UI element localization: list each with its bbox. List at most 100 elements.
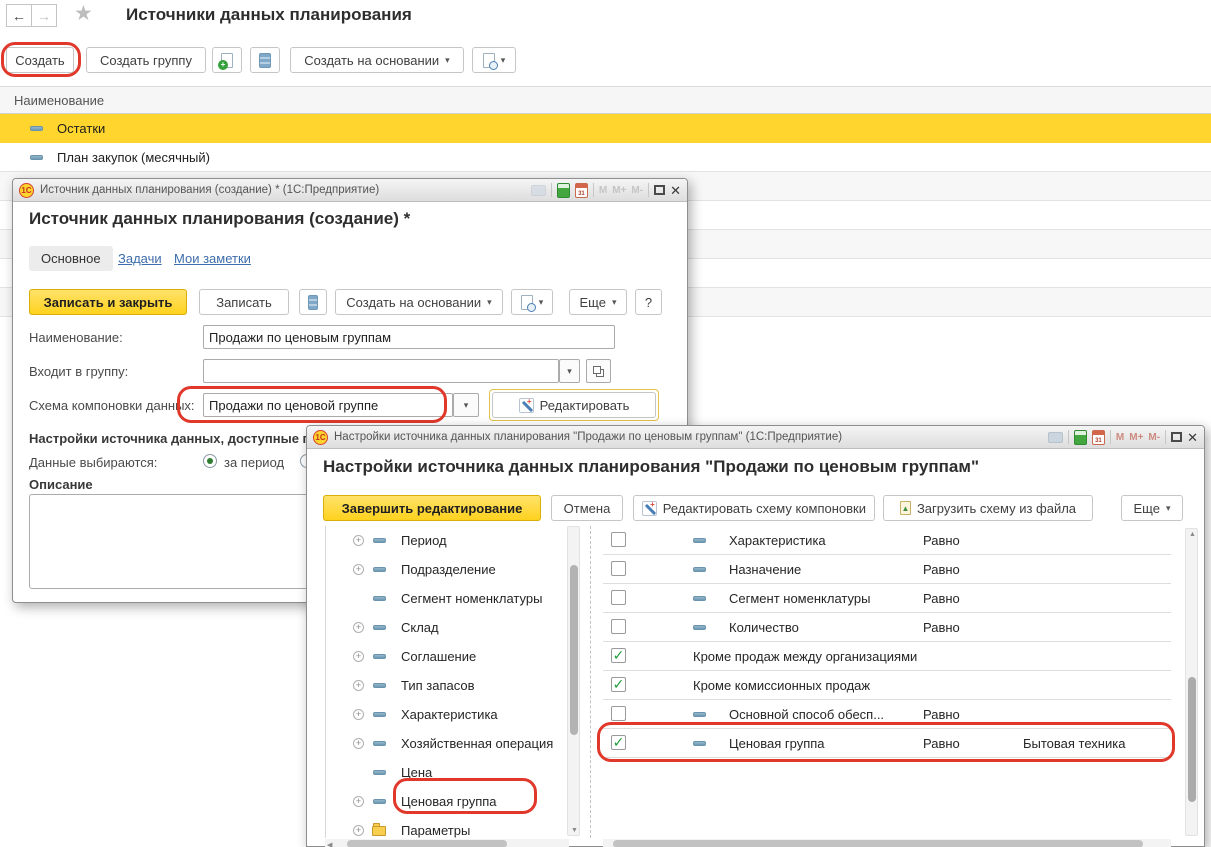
list-settings-button[interactable] [250, 47, 280, 73]
calendar-icon[interactable]: 31 [1092, 430, 1105, 445]
memory-minus-button[interactable]: M- [1148, 432, 1160, 443]
filter-row-price-group[interactable]: ✓ Ценовая группа Равно Бытовая техника [603, 729, 1171, 758]
filter-row-except-commission[interactable]: ✓ Кроме комиссионных продаж [603, 671, 1171, 700]
checkbox[interactable] [611, 706, 626, 721]
add-copy-button[interactable]: + [212, 47, 242, 73]
filter-row-except-intercompany[interactable]: ✓ Кроме продаж между организациями [603, 642, 1171, 671]
tree-scrollbar[interactable]: ▼ [567, 526, 580, 836]
filters-hscrollbar-thumb[interactable] [613, 840, 1143, 847]
radio-period-selected[interactable] [203, 454, 217, 468]
report-menu-button[interactable]: ▾ [472, 47, 516, 73]
help-button[interactable]: ? [635, 289, 662, 315]
finish-editing-button[interactable]: Завершить редактирование [323, 495, 541, 521]
tree-item-department[interactable]: + Подразделение [325, 555, 569, 584]
tree-item-price-group[interactable]: + Ценовая группа [325, 787, 569, 816]
calendar-icon[interactable]: 31 [575, 183, 588, 198]
tab-main[interactable]: Основное [29, 246, 113, 271]
tree-item-segment[interactable]: Сегмент номенклатуры [325, 584, 569, 613]
expand-icon[interactable]: + [353, 535, 364, 546]
name-field[interactable] [203, 325, 615, 349]
tree-hscrollbar[interactable]: ◀ [325, 839, 569, 847]
filters-hscrollbar[interactable] [603, 839, 1171, 847]
calculator-icon[interactable] [557, 183, 570, 198]
load-schema-button[interactable]: ▲ Загрузить схему из файла [883, 495, 1093, 521]
save-and-close-button[interactable]: Записать и закрыть [29, 289, 187, 315]
calculator-icon[interactable] [1074, 430, 1087, 445]
panel-splitter[interactable] [590, 526, 591, 838]
tab-notes[interactable]: Мои заметки [174, 251, 251, 266]
close-icon[interactable]: ✕ [670, 184, 681, 197]
maximize-icon[interactable] [1171, 432, 1182, 442]
expand-icon[interactable]: + [353, 709, 364, 720]
checkbox[interactable] [611, 561, 626, 576]
filters-scrollbar[interactable]: ▲ [1185, 528, 1198, 836]
scroll-down-icon[interactable]: ▼ [571, 827, 578, 834]
create-based-on-button[interactable]: Создать на основании ▾ [335, 289, 503, 315]
tree-item-characteristic[interactable]: + Характеристика [325, 700, 569, 729]
list-settings-button[interactable] [299, 289, 327, 315]
forward-button[interactable]: → [31, 4, 57, 27]
favorite-star-icon[interactable]: ★ [74, 1, 93, 26]
scroll-up-icon[interactable]: ▲ [1189, 531, 1196, 538]
tree-scrollbar-thumb[interactable] [570, 565, 578, 735]
table-header[interactable]: Наименование [0, 86, 1211, 114]
filter-row-characteristic[interactable]: Характеристика Равно [603, 526, 1171, 555]
checkbox-checked[interactable]: ✓ [611, 677, 626, 692]
maximize-icon[interactable] [654, 185, 665, 195]
tree-item-agreement[interactable]: + Соглашение [325, 642, 569, 671]
save-button[interactable]: Записать [199, 289, 289, 315]
expand-icon[interactable]: + [353, 651, 364, 662]
dialog1-titlebar[interactable]: 1С Источник данных планирования (создани… [13, 179, 687, 202]
tree-item-price[interactable]: Цена [325, 758, 569, 787]
memory-plus-button[interactable]: M+ [612, 185, 626, 196]
filter-row-segment[interactable]: Сегмент номенклатуры Равно [603, 584, 1171, 613]
memory-minus-button[interactable]: M- [631, 185, 643, 196]
expand-icon[interactable]: + [353, 796, 364, 807]
table-row[interactable]: План закупок (месячный) [0, 143, 1211, 172]
filter-row-purpose[interactable]: Назначение Равно [603, 555, 1171, 584]
report-menu-button[interactable]: ▾ [511, 289, 553, 315]
memory-plus-button[interactable]: M+ [1129, 432, 1143, 443]
schema-field[interactable] [203, 393, 453, 417]
checkbox-checked[interactable]: ✓ [611, 648, 626, 663]
group-field[interactable] [203, 359, 559, 383]
expand-icon[interactable]: + [353, 622, 364, 633]
back-button[interactable]: ← [6, 4, 32, 27]
checkbox[interactable] [611, 590, 626, 605]
memory-recall-button[interactable]: M [599, 185, 607, 196]
expand-icon[interactable]: + [353, 825, 364, 836]
filter-row-quantity[interactable]: Количество Равно [603, 613, 1171, 642]
create-group-button[interactable]: Создать группу [86, 47, 206, 73]
scroll-left-icon[interactable]: ◀ [327, 841, 332, 847]
expand-icon[interactable]: + [353, 564, 364, 575]
table-row[interactable]: Остатки [0, 114, 1211, 143]
expand-icon[interactable]: + [353, 738, 364, 749]
tree-item-stock-type[interactable]: + Тип запасов [325, 671, 569, 700]
group-dropdown-button[interactable]: ▾ [559, 359, 580, 383]
tree-item-warehouse[interactable]: + Склад [325, 613, 569, 642]
filters-scrollbar-thumb[interactable] [1188, 677, 1196, 802]
tree-hscrollbar-thumb[interactable] [347, 840, 507, 847]
checkbox-checked[interactable]: ✓ [611, 735, 626, 750]
print-icon[interactable] [531, 185, 546, 196]
tree-item-period[interactable]: + Период [325, 526, 569, 555]
print-icon[interactable] [1048, 432, 1063, 443]
memory-recall-button[interactable]: M [1116, 432, 1124, 443]
dialog2-titlebar[interactable]: 1С Настройки источника данных планирован… [307, 426, 1204, 449]
close-icon[interactable]: ✕ [1187, 431, 1198, 444]
checkbox[interactable] [611, 532, 626, 547]
more-button[interactable]: Еще ▾ [569, 289, 627, 315]
edit-schema-button[interactable]: + Редактировать [492, 392, 656, 418]
tab-tasks[interactable]: Задачи [118, 251, 162, 266]
filter-row-supply-method[interactable]: Основной способ обесп... Равно [603, 700, 1171, 729]
cancel-button[interactable]: Отмена [551, 495, 623, 521]
more-button[interactable]: Еще ▾ [1121, 495, 1183, 521]
edit-layout-schema-button[interactable]: + Редактировать схему компоновки [633, 495, 875, 521]
group-open-button[interactable] [586, 359, 611, 383]
expand-icon[interactable]: + [353, 680, 364, 691]
schema-dropdown-button[interactable]: ▾ [453, 393, 479, 417]
create-based-on-button[interactable]: Создать на основании ▾ [290, 47, 464, 73]
create-button[interactable]: Создать [6, 47, 74, 73]
checkbox[interactable] [611, 619, 626, 634]
tree-item-business-operation[interactable]: + Хозяйственная операция [325, 729, 569, 758]
